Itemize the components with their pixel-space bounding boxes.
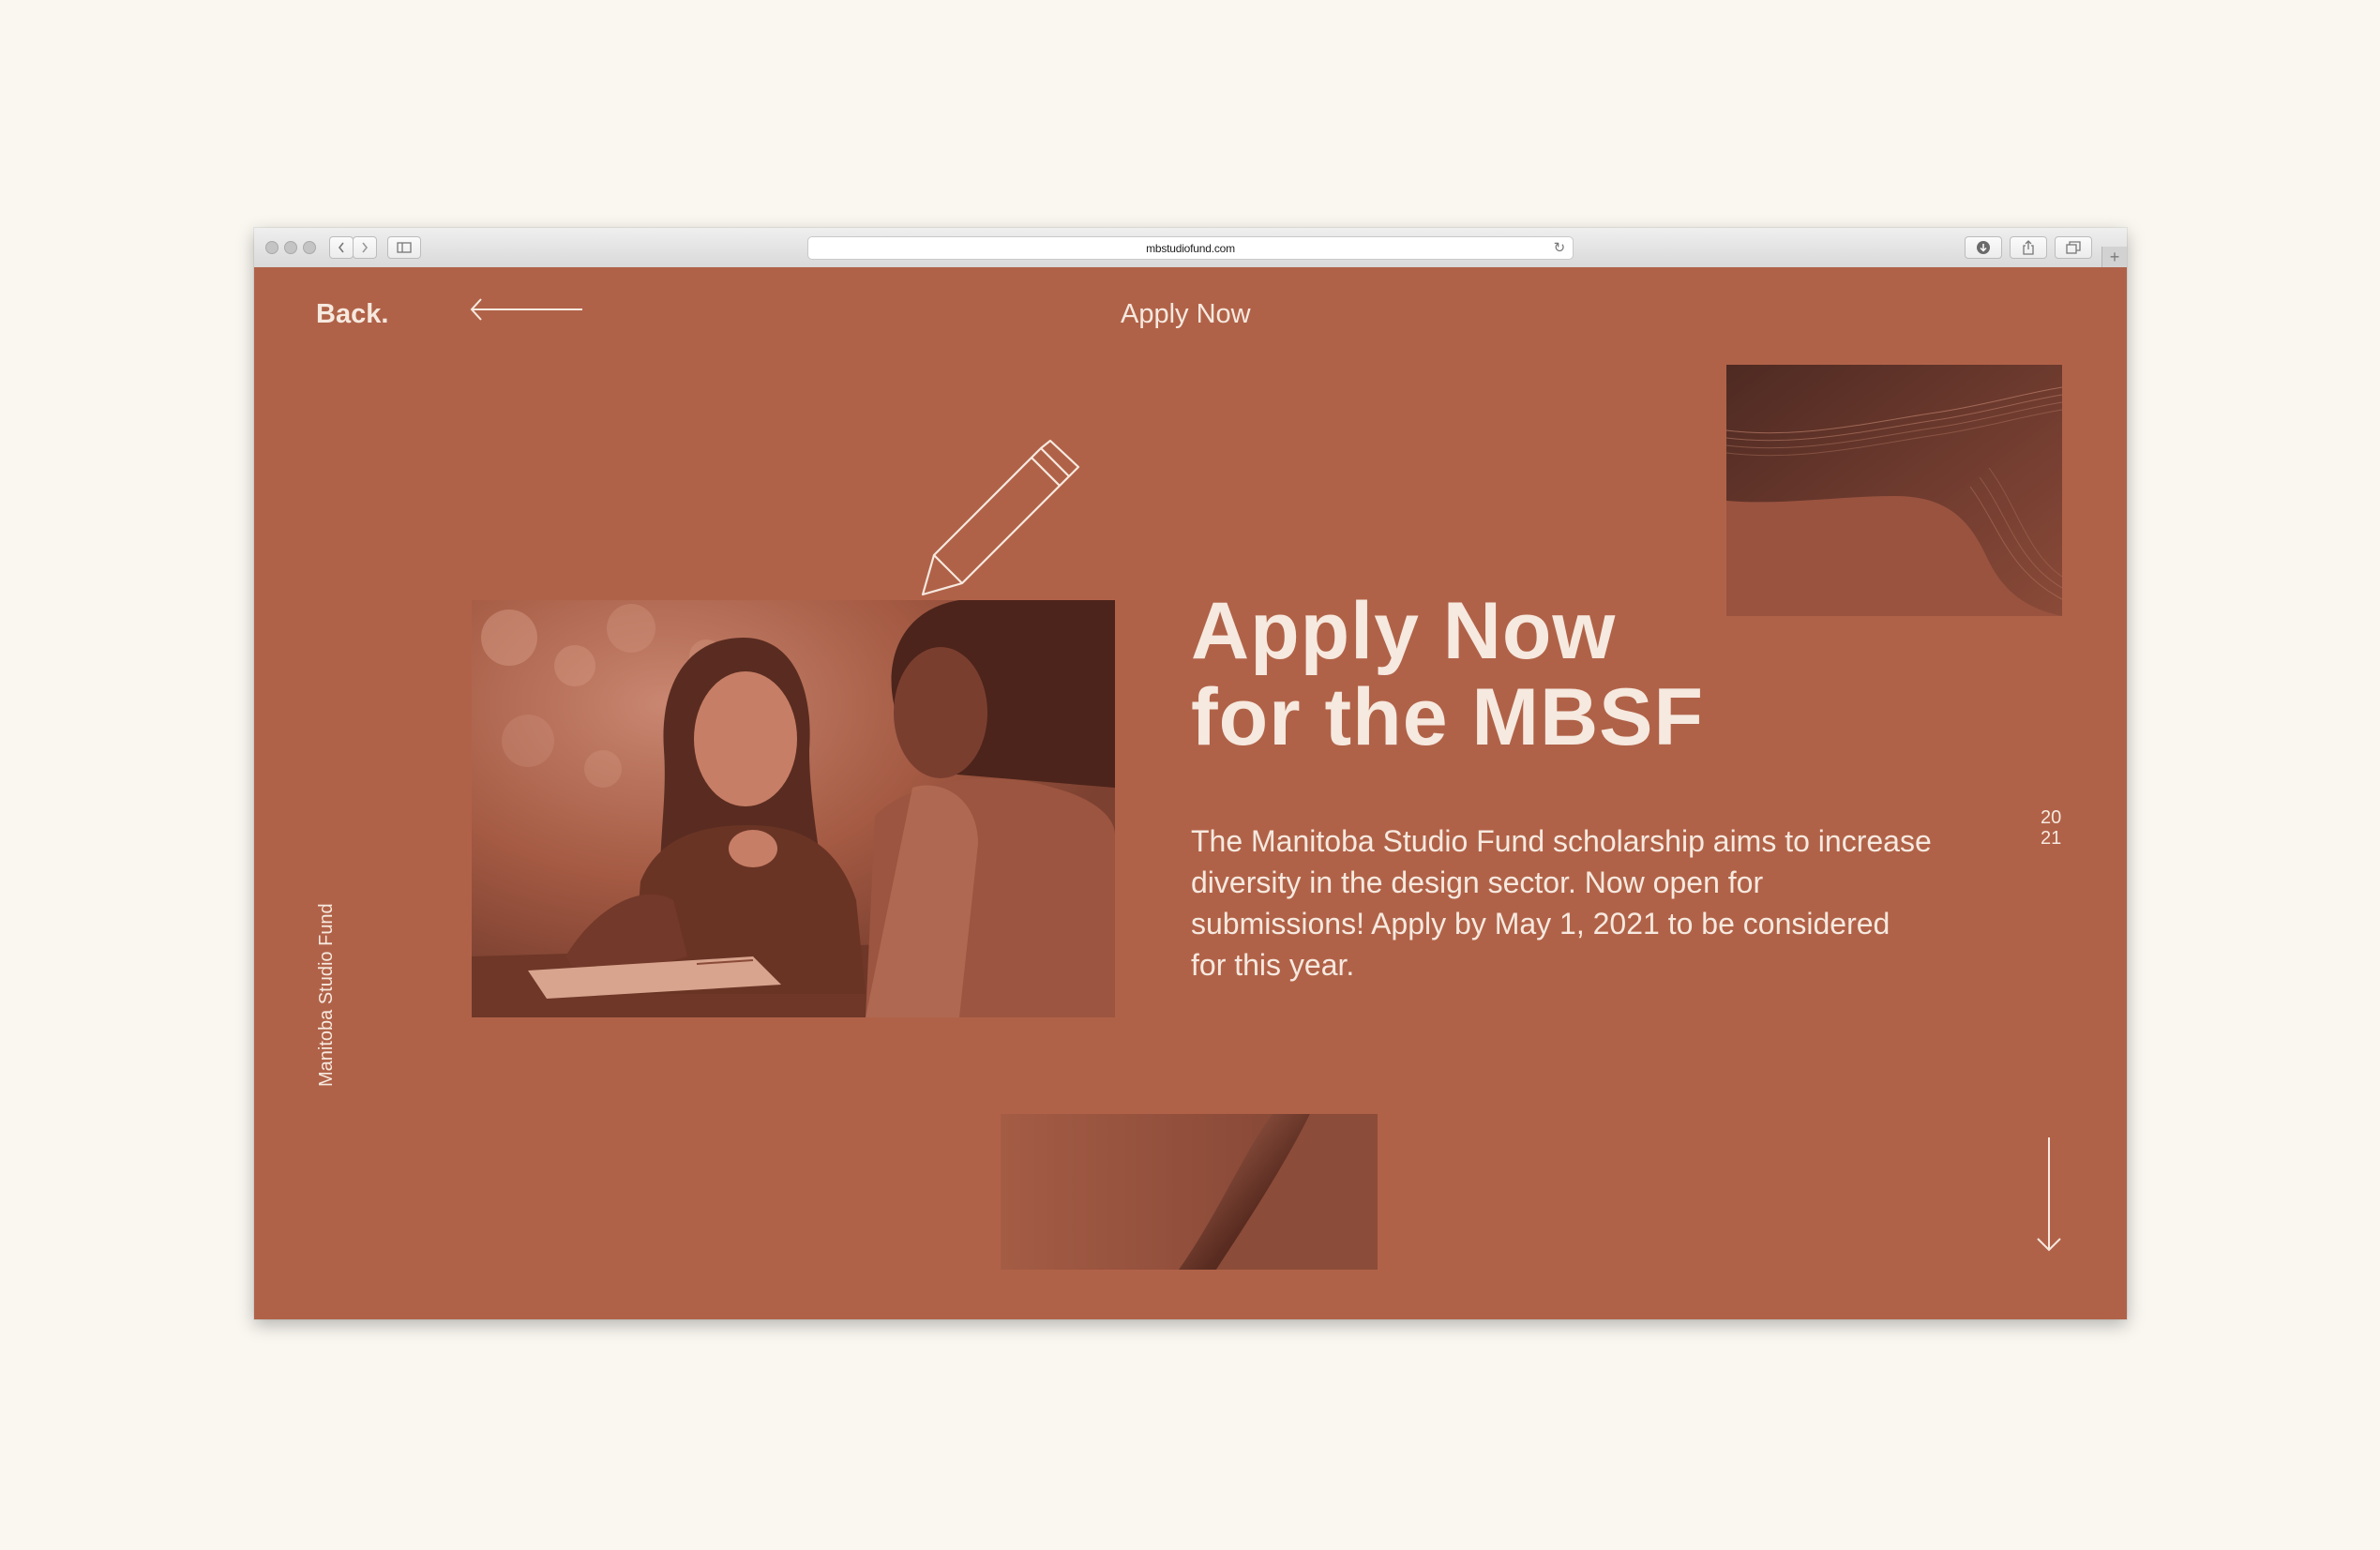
wave-image bbox=[1726, 365, 2062, 616]
share-icon bbox=[2023, 240, 2034, 255]
download-icon bbox=[1977, 241, 1990, 254]
year-top: 20 bbox=[2041, 807, 2062, 828]
minimize-window-button[interactable] bbox=[284, 241, 297, 254]
zoom-window-button[interactable] bbox=[303, 241, 316, 254]
tabs-icon bbox=[2066, 241, 2081, 254]
sidebar-toggle-button[interactable] bbox=[387, 236, 421, 259]
nav-title[interactable]: Apply Now bbox=[1121, 299, 1251, 330]
browser-toolbar: mbstudiofund.com ↻ + bbox=[254, 228, 2127, 268]
brand-vertical-text: Manitoba Studio Fund bbox=[316, 903, 337, 1087]
arrow-down-icon[interactable] bbox=[2033, 1136, 2065, 1254]
abstract-image bbox=[1001, 1114, 1378, 1270]
chevron-left-icon bbox=[338, 242, 344, 253]
share-button[interactable] bbox=[2010, 236, 2047, 259]
students-photo bbox=[472, 600, 1115, 1017]
browser-window: mbstudiofund.com ↻ + Back. Apply Now App… bbox=[254, 228, 2127, 1319]
browser-back-button[interactable] bbox=[329, 236, 354, 259]
hero-description: The Manitoba Studio Fund scholarship aim… bbox=[1191, 824, 1932, 982]
address-bar[interactable]: mbstudiofund.com ↻ bbox=[807, 236, 1574, 260]
arrow-left-icon[interactable] bbox=[468, 295, 586, 324]
year-label: 20 21 bbox=[2041, 807, 2061, 849]
url-text: mbstudiofund.com bbox=[1146, 241, 1235, 255]
hero-title: Apply Now for the MBSF bbox=[1191, 588, 1704, 760]
page-content: Back. Apply Now Apply Now for the MBSF T… bbox=[254, 267, 2127, 1319]
back-link[interactable]: Back. bbox=[316, 299, 388, 330]
close-window-button[interactable] bbox=[265, 241, 279, 254]
new-tab-button[interactable]: + bbox=[2101, 247, 2127, 267]
reload-icon[interactable]: ↻ bbox=[1554, 239, 1566, 256]
sidebar-icon bbox=[397, 242, 412, 253]
hero-title-line1: Apply Now bbox=[1191, 586, 1617, 676]
year-bottom: 21 bbox=[2041, 828, 2062, 849]
chevron-right-icon bbox=[362, 242, 369, 253]
pencil-icon bbox=[921, 439, 1080, 596]
browser-forward-button[interactable] bbox=[353, 236, 377, 259]
tabs-button[interactable] bbox=[2055, 236, 2092, 259]
hero-title-line2: for the MBSF bbox=[1191, 672, 1705, 762]
downloads-button[interactable] bbox=[1965, 236, 2002, 259]
